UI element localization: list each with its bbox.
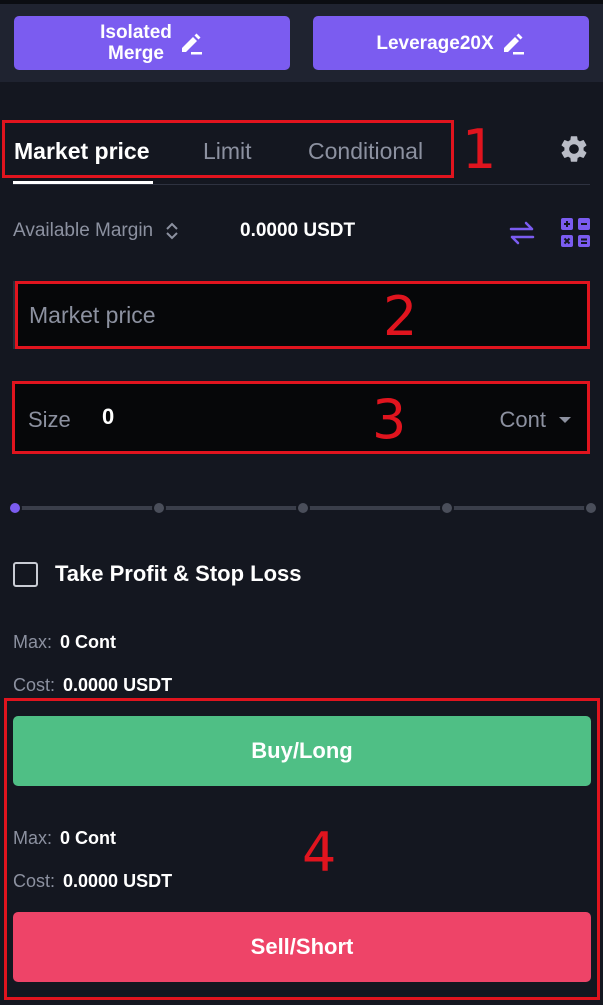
slider-stop-100[interactable]	[584, 501, 598, 515]
unit-label: Cont	[499, 407, 546, 432]
unit-select[interactable]: Cont	[500, 407, 572, 433]
size-field: Size Cont	[14, 383, 588, 452]
top-bar: Isolated Merge Leverage20X	[0, 0, 603, 82]
slider-stop-50[interactable]	[296, 501, 310, 515]
annotation-number-1: 1	[462, 118, 497, 181]
tab-limit[interactable]: Limit	[203, 138, 252, 165]
buy-max: Max: 0 Cont	[13, 632, 116, 653]
tab-market-price[interactable]: Market price	[14, 138, 150, 165]
order-type-tabs: Market price Limit Conditional	[0, 120, 603, 185]
gear-icon[interactable]	[558, 133, 590, 165]
edit-icon	[181, 33, 202, 55]
size-label: Size	[28, 407, 71, 432]
buy-max-label: Max:	[13, 632, 53, 652]
slider-stop-25[interactable]	[152, 501, 166, 515]
leverage-button[interactable]: Leverage20X	[313, 16, 589, 70]
tpsl-label: Take Profit & Stop Loss	[55, 561, 302, 586]
margin-mode-button[interactable]: Isolated Merge	[14, 16, 290, 70]
sort-icon[interactable]	[165, 221, 179, 241]
size-slider[interactable]	[8, 498, 598, 518]
tpsl-toggle[interactable]: Take Profit & Stop Loss	[13, 561, 302, 587]
sell-cost-label: Cost:	[13, 871, 56, 891]
available-margin: Available Margin	[13, 220, 179, 242]
annotation-number-2: 2	[383, 285, 418, 348]
annotation-number-3: 3	[372, 388, 407, 451]
buy-long-button[interactable]: Buy/Long	[13, 716, 591, 786]
price-input[interactable]	[29, 281, 569, 349]
buy-cost: Cost: 0.0000 USDT	[13, 675, 172, 696]
buy-max-value: 0 Cont	[60, 632, 117, 652]
price-field	[13, 281, 590, 349]
buy-cost-value: 0.0000 USDT	[63, 675, 173, 695]
sell-cost-value: 0.0000 USDT	[63, 871, 173, 891]
edit-icon	[503, 33, 524, 55]
available-margin-label: Available Margin	[13, 220, 154, 241]
slider-stop-0[interactable]	[8, 501, 22, 515]
available-margin-value: 0.0000 USDT	[240, 220, 356, 241]
sell-max: Max: 0 Cont	[13, 828, 116, 849]
tab-conditional[interactable]: Conditional	[308, 138, 423, 165]
tpsl-checkbox[interactable]	[13, 561, 38, 587]
sell-max-label: Max:	[13, 828, 53, 848]
annotation-number-4: 4	[302, 821, 337, 884]
buy-cost-label: Cost:	[13, 675, 56, 695]
tabs-divider	[13, 184, 590, 185]
sell-short-button[interactable]: Sell/Short	[13, 912, 591, 982]
margin-mode-label-1: Isolated	[100, 22, 172, 43]
chevron-down-icon	[559, 417, 571, 423]
calculator-icon[interactable]	[560, 217, 591, 248]
size-input[interactable]	[102, 393, 352, 441]
sell-max-value: 0 Cont	[60, 828, 117, 848]
slider-stop-75[interactable]	[440, 501, 454, 515]
margin-mode-label-2: Merge	[108, 43, 164, 64]
leverage-label: Leverage20X	[376, 32, 494, 54]
sell-cost: Cost: 0.0000 USDT	[13, 871, 172, 892]
swap-icon[interactable]	[508, 220, 536, 246]
